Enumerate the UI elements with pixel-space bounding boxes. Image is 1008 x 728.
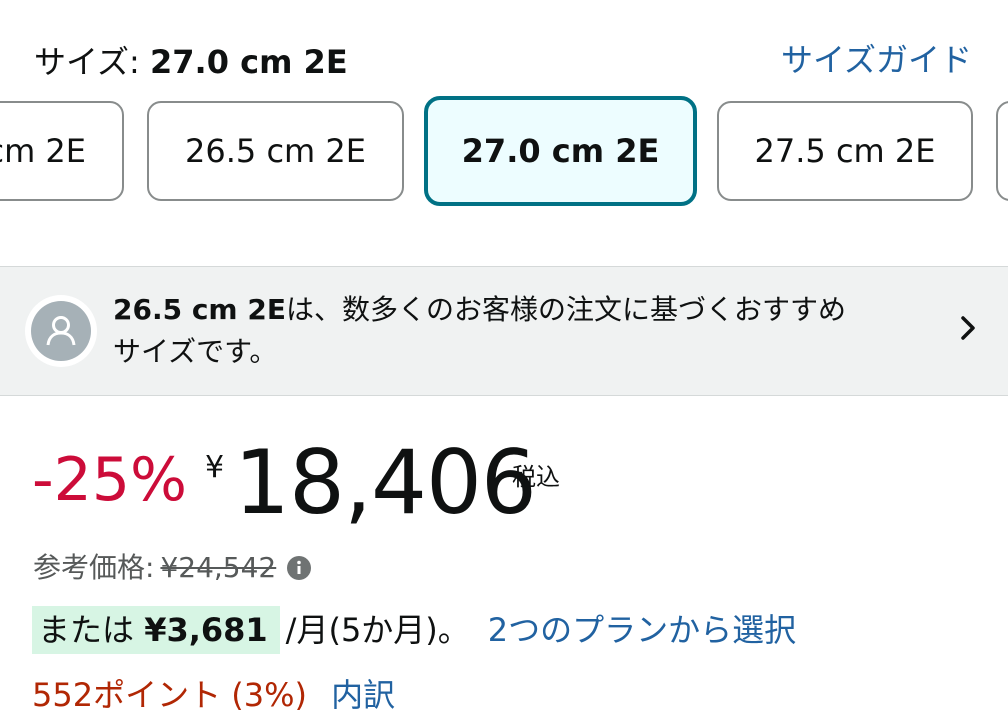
size-option-next[interactable] <box>996 101 1008 201</box>
installment-amount: ¥3,681 <box>144 611 268 649</box>
size-label: サイズ: <box>34 43 140 81</box>
reference-price-value: ¥24,542 <box>160 551 277 584</box>
size-option-label: 26.5 cm 2E <box>185 132 366 170</box>
points-text: 552ポイント (3%) <box>32 676 307 714</box>
size-option-label: cm 2E <box>0 132 86 170</box>
installment-plan-link[interactable]: 2つのプランから選択 <box>488 606 796 654</box>
installment-prefix: または <box>38 611 135 649</box>
recommendation-text-1: は、数多くのお客様の注文に基づくおすすめ <box>285 293 846 326</box>
points-info: 552ポイント (3%) 内訳 <box>32 672 395 718</box>
selected-size: 27.0 cm 2E <box>150 43 348 81</box>
installment-period: /月(5か月)。 <box>285 611 470 649</box>
size-option-label: 27.0 cm 2E <box>461 132 660 170</box>
size-option-27-0-cm-2e-selected[interactable]: 27.0 cm 2E <box>424 96 697 206</box>
chevron-right-icon[interactable] <box>952 311 986 345</box>
size-option-27-5-cm-2e[interactable]: 27.5 cm 2E <box>717 101 973 201</box>
recommended-size: 26.5 cm 2E <box>113 293 286 326</box>
price-amount: 18,406 <box>234 431 537 534</box>
recommendation-text: 26.5 cm 2Eは、数多くのお客様の注文に基づくおすすめ サイズです。 <box>113 289 943 373</box>
recommendation-text-2: サイズです。 <box>113 335 278 368</box>
size-option-label: 27.5 cm 2E <box>754 132 936 170</box>
reference-price-label: 参考価格: <box>33 551 155 584</box>
product-buybox: サイズ: 27.0 cm 2E サイズガイド cm 2E 26.5 cm 2E … <box>0 0 1008 728</box>
size-guide-link[interactable]: サイズガイド <box>781 38 972 82</box>
avatar <box>25 295 97 367</box>
size-header: サイズ: 27.0 cm 2E <box>34 40 348 84</box>
installment-offer: または ¥3,681 /月(5か月)。 2つのプランから選択 <box>32 606 796 654</box>
discount-percent: -25% <box>32 445 188 515</box>
info-icon[interactable] <box>286 555 312 581</box>
size-option-26-cm-2e[interactable]: cm 2E <box>0 101 124 201</box>
size-recommendation-banner[interactable]: 26.5 cm 2Eは、数多くのお客様の注文に基づくおすすめ サイズです。 <box>0 266 1008 396</box>
points-breakdown-link[interactable]: 内訳 <box>331 676 395 714</box>
size-option-26-5-cm-2e[interactable]: 26.5 cm 2E <box>147 101 404 201</box>
tax-note: 税込 <box>512 463 560 491</box>
reference-price: 参考価格: ¥24,542 <box>33 548 312 588</box>
avatar-icon <box>31 301 91 361</box>
installment-highlight: または ¥3,681 <box>32 606 280 654</box>
currency-symbol: ¥ <box>205 450 225 485</box>
